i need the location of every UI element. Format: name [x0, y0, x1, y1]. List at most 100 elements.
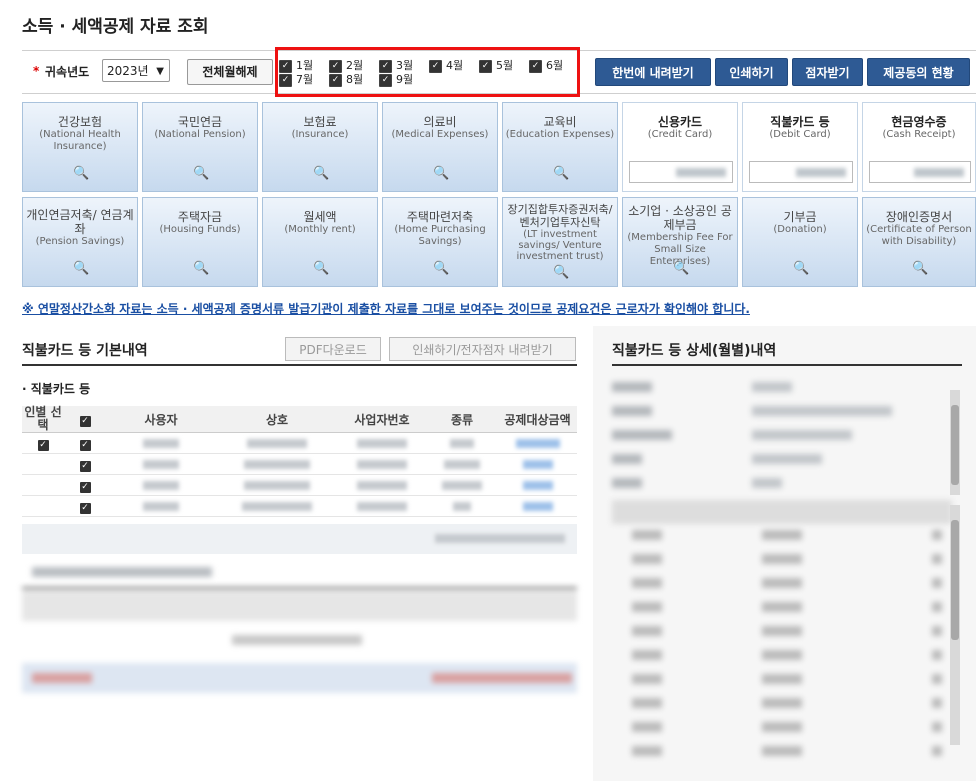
check-icon: ✓ — [379, 73, 392, 87]
month-checkbox-2[interactable]: ✓ 2월 — [329, 59, 363, 73]
tile-cash-receipt[interactable]: 현금영수증 (Cash Receipt) — [862, 102, 976, 192]
notice-link[interactable]: ※ 연말정산간소화 자료는 소득 · 세액공제 증명서류 발급기관이 제출한 자… — [22, 300, 750, 317]
month-label: 1월 — [296, 59, 314, 72]
toggle-all-months-button[interactable]: 전체월해제 — [187, 59, 273, 85]
tile-label: 주택마련저축 — [406, 210, 474, 224]
tile-label-en: (Cash Receipt) — [882, 129, 956, 140]
tile-label: 건강보험 — [57, 115, 103, 129]
check-icon: ✓ — [279, 59, 292, 73]
month-label: 2월 — [346, 59, 364, 72]
tile-insurance[interactable]: 보험료 (Insurance) 🔍 — [262, 102, 378, 192]
col-business-number: 사업자번호 — [338, 406, 426, 433]
tile-debit-card[interactable]: 직불카드 등 (Debit Card) — [742, 102, 858, 192]
tile-education-expenses[interactable]: 교육비 (Education Expenses) 🔍 — [502, 102, 618, 192]
tile-health-insurance[interactable]: 건강보험 (National Health Insurance) 🔍 — [22, 102, 138, 192]
month-label: 6월 — [546, 59, 564, 72]
left-section-title: 직불카드 등 기본내역 — [22, 343, 148, 359]
pdf-download-button[interactable]: PDF다운로드 — [285, 337, 381, 361]
search-icon: 🔍 — [313, 166, 330, 181]
month-checkbox-3[interactable]: ✓ 3월 — [379, 59, 413, 73]
search-icon: 🔍 — [193, 166, 210, 181]
tile-label: 보험료 — [303, 115, 337, 129]
tile-disability-certificate[interactable]: 장애인증명서 (Certificate of Person with Disab… — [862, 197, 976, 287]
subsection-label: 직불카드 등 — [30, 382, 91, 396]
tile-label: 신용카드 — [657, 115, 703, 129]
list-scrollbar-thumb[interactable] — [951, 520, 959, 640]
tile-label-en: (National Health Insurance) — [39, 129, 121, 152]
tile-label-en: (Medical Expenses) — [391, 129, 489, 140]
table-row[interactable]: ✓ — [22, 453, 577, 475]
tile-label-en: (Certificate of Person with Disability) — [866, 224, 972, 247]
month-checkbox-8[interactable]: ✓ 8월 — [329, 73, 363, 87]
section-divider — [612, 364, 962, 366]
tile-label-en: (Monthly rent) — [284, 224, 356, 235]
tile-monthly-rent[interactable]: 월세액 (Monthly rent) 🔍 — [262, 197, 378, 287]
check-icon[interactable]: ✓ — [37, 439, 49, 451]
table-row[interactable]: ✓ — [22, 474, 577, 496]
tile-home-purchasing-savings[interactable]: 주택마련저축 (Home Purchasing Savings) 🔍 — [382, 197, 498, 287]
tile-medical-expenses[interactable]: 의료비 (Medical Expenses) 🔍 — [382, 102, 498, 192]
tile-housing-funds[interactable]: 주택자금 (Housing Funds) 🔍 — [142, 197, 258, 287]
check-icon: ✓ — [479, 59, 492, 73]
tile-label: 주택자금 — [177, 210, 223, 224]
tile-label-en: (LT investment savings/ Venture investme… — [516, 229, 604, 262]
tile-lt-investment[interactable]: 장기집합투자증권저축/ 벤처기업투자신탁 (LT investment savi… — [502, 197, 618, 287]
tile-label: 의료비 — [423, 115, 457, 129]
amount-box — [869, 161, 971, 183]
tile-pension-savings[interactable]: 개인연금저축/ 연금계좌 (Pension Savings) 🔍 — [22, 197, 138, 287]
tile-label-en: (Debit Card) — [769, 129, 831, 140]
tile-label: 현금영수증 — [891, 115, 947, 129]
tile-label: 기부금 — [783, 210, 817, 224]
year-select-value: 2023년 — [107, 64, 149, 78]
tile-label-en: (Donation) — [773, 224, 827, 235]
tile-label: 장애인증명서 — [885, 210, 953, 224]
braille-button[interactable]: 점자받기 — [792, 58, 863, 86]
month-checkbox-1[interactable]: ✓ 1월 — [279, 59, 313, 73]
table-row[interactable]: ✓ ✓ — [22, 432, 577, 454]
search-icon: 🔍 — [912, 261, 929, 276]
tile-credit-card[interactable]: 신용카드 (Credit Card) — [622, 102, 738, 192]
search-icon: 🔍 — [73, 166, 90, 181]
consent-status-button[interactable]: 제공동의 현황 — [867, 58, 970, 86]
info-scrollbar-thumb[interactable] — [951, 405, 959, 485]
search-icon: 🔍 — [193, 261, 210, 276]
tile-national-pension[interactable]: 국민연금 (National Pension) 🔍 — [142, 102, 258, 192]
tile-label: 소기업 · 소상공인 공제부금 — [628, 204, 732, 232]
check-icon[interactable]: ✓ — [79, 439, 91, 451]
tile-donation[interactable]: 기부금 (Donation) 🔍 — [742, 197, 858, 287]
check-icon[interactable]: ✓ — [79, 502, 91, 514]
month-label: 7월 — [296, 73, 314, 86]
search-icon: 🔍 — [553, 265, 570, 280]
chevron-down-icon: ▼ — [156, 66, 164, 77]
print-braille-button[interactable]: 인쇄하기/전자점자 내려받기 — [389, 337, 576, 361]
month-checkbox-5[interactable]: ✓ 5월 — [479, 59, 513, 73]
print-button[interactable]: 인쇄하기 — [715, 58, 788, 86]
debit-card-table: 인별 선택 ✓ 사용자 상호 사업자번호 종류 공제대상금액 ✓ ✓ ✓ ✓ ✓ — [22, 406, 577, 517]
tile-label: 국민연금 — [177, 115, 223, 129]
check-icon[interactable]: ✓ — [79, 481, 91, 493]
check-icon: ✓ — [79, 415, 91, 427]
required-mark: * — [33, 64, 40, 78]
section-divider — [22, 364, 577, 366]
download-all-button[interactable]: 한번에 내려받기 — [595, 58, 711, 86]
tile-label-en: (Housing Funds) — [159, 224, 241, 235]
table-row[interactable]: ✓ — [22, 495, 577, 517]
month-checkbox-6[interactable]: ✓ 6월 — [529, 59, 563, 73]
search-icon: 🔍 — [433, 166, 450, 181]
check-icon[interactable]: ✓ — [79, 460, 91, 472]
month-checkbox-4[interactable]: ✓ 4월 — [429, 59, 463, 73]
search-icon: 🔍 — [553, 166, 570, 181]
tile-small-enterprise[interactable]: 소기업 · 소상공인 공제부금 (Membership Fee For Smal… — [622, 197, 738, 287]
month-label: 5월 — [496, 59, 514, 72]
month-checkbox-7[interactable]: ✓ 7월 — [279, 73, 313, 87]
month-label: 4월 — [446, 59, 464, 72]
check-icon: ✓ — [379, 59, 392, 73]
amount-box — [629, 161, 733, 183]
search-icon: 🔍 — [73, 261, 90, 276]
tile-label-en: (Credit Card) — [647, 129, 713, 140]
check-icon: ✓ — [329, 59, 342, 73]
tile-label-en: (National Pension) — [154, 129, 246, 140]
col-select-all[interactable]: ✓ — [64, 406, 106, 433]
month-checkbox-9[interactable]: ✓ 9월 — [379, 73, 413, 87]
year-select[interactable]: 2023년 ▼ — [102, 59, 170, 82]
